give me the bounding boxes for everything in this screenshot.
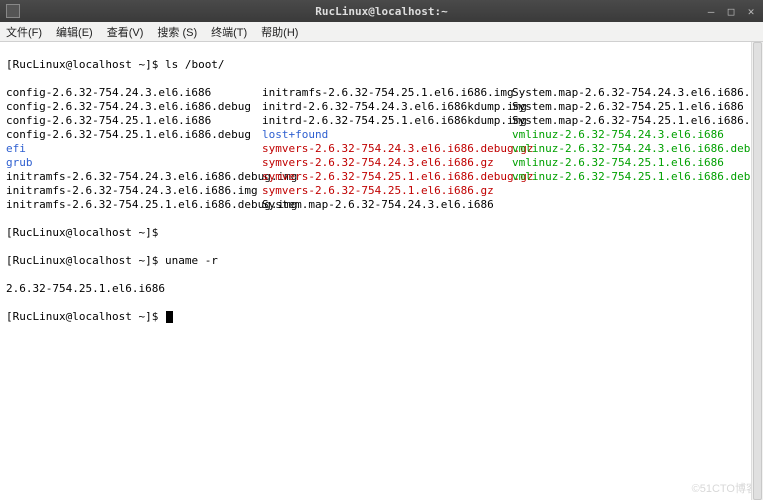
prompt: [RucLinux@localhost ~]$ [6, 310, 165, 323]
prompt: [RucLinux@localhost ~]$ [6, 58, 165, 71]
terminal-area[interactable]: [RucLinux@localhost ~]$ ls /boot/ config… [0, 42, 763, 500]
ls-entry: vmlinuz-2.6.32-754.24.3.el6.i686 [512, 128, 724, 142]
ls-entry: initramfs-2.6.32-754.25.1.el6.i686.img [262, 86, 512, 100]
ls-row: grubsymvers-2.6.32-754.24.3.el6.i686.gzv… [6, 156, 757, 170]
ls-entry: vmlinuz-2.6.32-754.25.1.el6.i686 [512, 156, 724, 170]
menubar: 文件(F) 编辑(E) 查看(V) 搜索 (S) 终端(T) 帮助(H) [0, 22, 763, 42]
close-button[interactable]: ✕ [745, 5, 757, 18]
ls-entry: config-2.6.32-754.25.1.el6.i686.debug [6, 128, 262, 142]
scroll-thumb[interactable] [753, 42, 762, 500]
window-title: RucLinux@localhost:~ [315, 5, 447, 18]
ls-row: initramfs-2.6.32-754.24.3.el6.i686.imgsy… [6, 184, 757, 198]
ls-entry: System.map-2.6.32-754.24.3.el6.i686 [262, 198, 512, 212]
ls-entry: lost+found [262, 128, 512, 142]
ls-entry: System.map-2.6.32-754.24.3.el6.i686.debu… [512, 86, 763, 100]
ls-row: config-2.6.32-754.24.3.el6.i686.debugini… [6, 100, 757, 114]
menu-file[interactable]: 文件(F) [6, 24, 42, 40]
ls-entry: symvers-2.6.32-754.24.3.el6.i686.debug.g… [262, 142, 512, 156]
window-titlebar: RucLinux@localhost:~ — □ ✕ [0, 0, 763, 22]
uname-output: 2.6.32-754.25.1.el6.i686 [6, 282, 165, 295]
ls-entry: initramfs-2.6.32-754.24.3.el6.i686.debug… [6, 170, 262, 184]
window-controls: — □ ✕ [705, 5, 757, 18]
ls-entry: System.map-2.6.32-754.25.1.el6.i686 [512, 100, 744, 114]
ls-entry: vmlinuz-2.6.32-754.24.3.el6.i686.debug [512, 142, 763, 156]
ls-entry: symvers-2.6.32-754.25.1.el6.i686.debug.g… [262, 170, 512, 184]
ls-entry: config-2.6.32-754.25.1.el6.i686 [6, 114, 262, 128]
menu-terminal[interactable]: 终端(T) [211, 24, 247, 40]
prompt: [RucLinux@localhost ~]$ [6, 254, 165, 267]
ls-output: config-2.6.32-754.24.3.el6.i686initramfs… [6, 86, 757, 212]
menu-search[interactable]: 搜索 (S) [157, 24, 197, 40]
ls-row: config-2.6.32-754.25.1.el6.i686initrd-2.… [6, 114, 757, 128]
command-text: uname -r [165, 254, 218, 267]
watermark: ©51CTO博客 [692, 482, 757, 496]
ls-entry: vmlinuz-2.6.32-754.25.1.el6.i686.debug [512, 170, 763, 184]
ls-row: initramfs-2.6.32-754.24.3.el6.i686.debug… [6, 170, 757, 184]
menu-view[interactable]: 查看(V) [107, 24, 144, 40]
cursor [166, 311, 173, 323]
prompt: [RucLinux@localhost ~]$ [6, 226, 165, 239]
command-text: ls /boot/ [165, 58, 225, 71]
ls-row: initramfs-2.6.32-754.25.1.el6.i686.debug… [6, 198, 757, 212]
menu-edit[interactable]: 编辑(E) [56, 24, 93, 40]
ls-entry: initrd-2.6.32-754.25.1.el6.i686kdump.img [262, 114, 512, 128]
minimize-button[interactable]: — [705, 5, 717, 18]
scrollbar[interactable] [751, 42, 763, 500]
ls-entry: initrd-2.6.32-754.24.3.el6.i686kdump.img [262, 100, 512, 114]
ls-entry: grub [6, 156, 262, 170]
ls-entry: config-2.6.32-754.24.3.el6.i686.debug [6, 100, 262, 114]
ls-entry: efi [6, 142, 262, 156]
ls-entry: config-2.6.32-754.24.3.el6.i686 [6, 86, 262, 100]
ls-entry: symvers-2.6.32-754.24.3.el6.i686.gz [262, 156, 512, 170]
ls-entry: initramfs-2.6.32-754.24.3.el6.i686.img [6, 184, 262, 198]
maximize-button[interactable]: □ [725, 5, 737, 18]
ls-entry: initramfs-2.6.32-754.25.1.el6.i686.debug… [6, 198, 262, 212]
ls-entry: System.map-2.6.32-754.25.1.el6.i686.debu… [512, 114, 763, 128]
menu-help[interactable]: 帮助(H) [261, 24, 298, 40]
terminal-icon [6, 4, 20, 18]
ls-row: config-2.6.32-754.25.1.el6.i686.debuglos… [6, 128, 757, 142]
ls-entry: symvers-2.6.32-754.25.1.el6.i686.gz [262, 184, 512, 198]
ls-row: efisymvers-2.6.32-754.24.3.el6.i686.debu… [6, 142, 757, 156]
ls-row: config-2.6.32-754.24.3.el6.i686initramfs… [6, 86, 757, 100]
